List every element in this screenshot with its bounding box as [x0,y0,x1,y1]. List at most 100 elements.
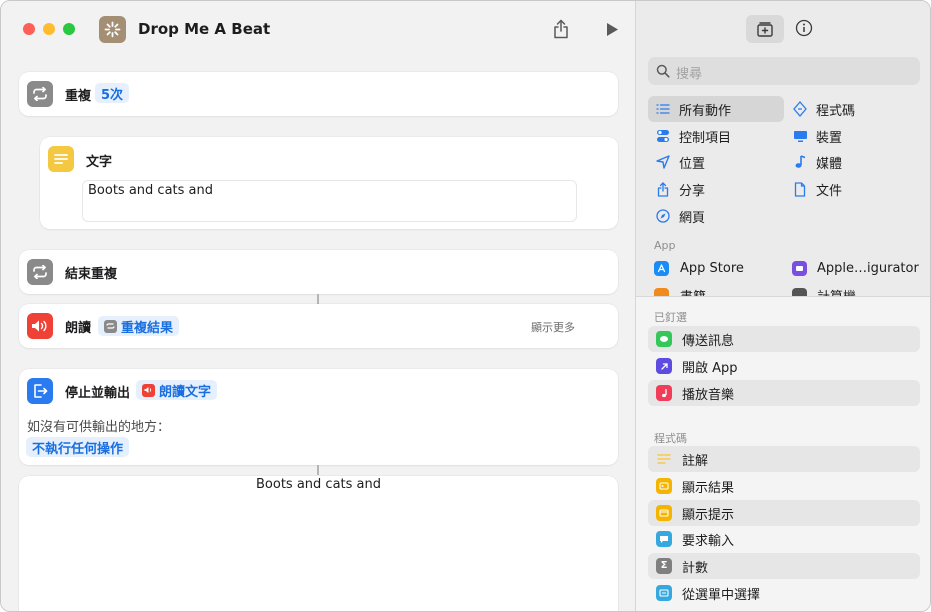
spoken-text-token[interactable]: 朗讀文字 [136,380,218,400]
repeat-action[interactable]: 重複 5次 [19,72,618,116]
category-label: 分享 [679,183,706,199]
stop-output-action[interactable]: 停止並輸出 朗讀文字 如沒有可供輸出的地方： 不執行任何操作 [19,369,618,465]
scripting-ask-input[interactable]: 要求輸入 [648,526,920,552]
speaker-icon [27,313,53,339]
category-device[interactable]: 裝置 [786,123,922,149]
share-icon [655,181,671,197]
exit-icon [27,378,53,404]
action-label: 播放音樂 [682,387,735,403]
category-web[interactable]: 網頁 [648,203,784,229]
do-nothing-text: 不執行任何操作 [32,441,124,457]
connector [317,465,319,475]
scripting-section-label: 程式碼 [654,432,687,445]
document-icon [792,181,808,197]
repeat-count-token[interactable]: 5次 [95,83,130,103]
action-label: 顯示提示 [682,507,735,523]
title-bar: Drop Me A Beat [1,1,635,57]
category-label: 所有動作 [679,103,732,119]
action-label: 要求輸入 [682,533,735,549]
output-panel: Boots and cats and [19,476,618,611]
category-label: 文件 [816,183,843,199]
pinned-section-label: 已釘選 [654,311,687,324]
scripting-choose-from-menu[interactable]: 從選單中選擇 [648,580,920,606]
scripting-count[interactable]: Σ 計數 [648,553,920,579]
action-library-icon[interactable] [746,15,784,43]
show-alert-icon [656,505,672,521]
run-icon[interactable] [604,20,620,38]
zoom-button[interactable] [63,23,75,35]
spoken-text-text: 朗讀文字 [159,384,212,400]
code-icon [792,101,808,117]
app-apple-configurator[interactable]: Apple…igurator [792,255,924,281]
info-icon[interactable] [794,18,814,38]
close-button[interactable] [23,23,35,35]
stop-output-label: 停止並輸出 [65,386,131,401]
window-title: Drop Me A Beat [138,20,271,38]
text-action[interactable]: 文字 Boots and cats and [40,137,618,229]
music-icon [656,385,672,401]
minimize-button[interactable] [43,23,55,35]
compass-icon [655,208,671,224]
category-label: 位置 [679,156,706,172]
category-label: 程式碼 [816,103,856,119]
messages-icon [656,331,672,347]
category-label: 媒體 [816,156,843,172]
share-icon[interactable] [550,18,572,40]
scripting-comment[interactable]: 註解 [648,446,920,472]
app-label: App Store [680,260,744,276]
app-calculator[interactable]: 計算機 [792,282,924,296]
speak-action[interactable]: 朗讀 重複結果 顯示更多 [19,304,618,348]
search-field[interactable]: 搜尋 [648,57,920,85]
category-location[interactable]: 位置 [648,149,784,175]
repeat-icon [104,319,117,333]
action-label: 計數 [682,560,709,576]
category-media[interactable]: 媒體 [786,149,922,175]
category-scripting[interactable]: 程式碼 [786,96,922,122]
action-label: 顯示結果 [682,480,735,496]
show-more-link[interactable]: 顯示更多 [531,319,575,335]
repeat-icon [27,259,53,285]
category-controls[interactable]: 控制項目 [648,123,784,149]
action-label: 開啟 App [682,360,738,376]
pinned-send-message[interactable]: 傳送訊息 [648,326,920,352]
music-note-icon [792,154,808,170]
app-books[interactable]: 書籍 [654,282,782,296]
editor-pane: Drop Me A Beat 重複 5次 文字 Boots and cats a… [1,1,635,611]
books-icon [654,287,669,296]
suggestions-panel: 已釘選 傳送訊息 開啟 App 播放音樂 程式碼 註解 顯示結果 顯示提示 要求… [636,296,930,611]
choose-menu-icon [656,585,672,601]
repeat-results-token[interactable]: 重複結果 [98,316,180,336]
apple-configurator-icon [792,260,807,276]
apps-section-label: App [654,239,676,252]
end-repeat-action[interactable]: 結束重複 [19,250,618,294]
action-label: 註解 [682,453,709,469]
category-documents[interactable]: 文件 [786,176,922,202]
pinned-play-music[interactable]: 播放音樂 [648,380,920,406]
action-label: 從選單中選擇 [682,587,761,603]
speak-label: 朗讀 [65,321,92,336]
app-store-icon [654,260,669,276]
scripting-show-result[interactable]: 顯示結果 [648,473,920,499]
category-all-actions[interactable]: 所有動作 [648,96,784,122]
category-label: 控制項目 [679,130,732,146]
count-icon: Σ [656,558,672,574]
list-icon [655,101,671,117]
library-sidebar: 搜尋 所有動作 程式碼 控制項目 裝置 位置 媒體 分享 文件 網頁 App A… [635,1,930,611]
text-field[interactable]: Boots and cats and [82,180,577,222]
app-app-store[interactable]: App Store [654,255,782,281]
open-app-icon [656,358,672,374]
if-no-output-label: 如沒有可供輸出的地方： [27,420,171,435]
connector [317,294,319,304]
do-nothing-token[interactable]: 不執行任何操作 [26,437,130,457]
action-label: 傳送訊息 [682,333,735,349]
text-label: 文字 [86,155,113,170]
speaker-icon [142,383,155,397]
location-arrow-icon [655,154,671,170]
shortcut-icon[interactable] [99,16,126,43]
display-icon [792,128,808,144]
calculator-icon [792,287,807,296]
pinned-open-app[interactable]: 開啟 App [648,353,920,379]
scripting-show-alert[interactable]: 顯示提示 [648,500,920,526]
end-repeat-label: 結束重複 [65,267,118,282]
category-sharing[interactable]: 分享 [648,176,784,202]
